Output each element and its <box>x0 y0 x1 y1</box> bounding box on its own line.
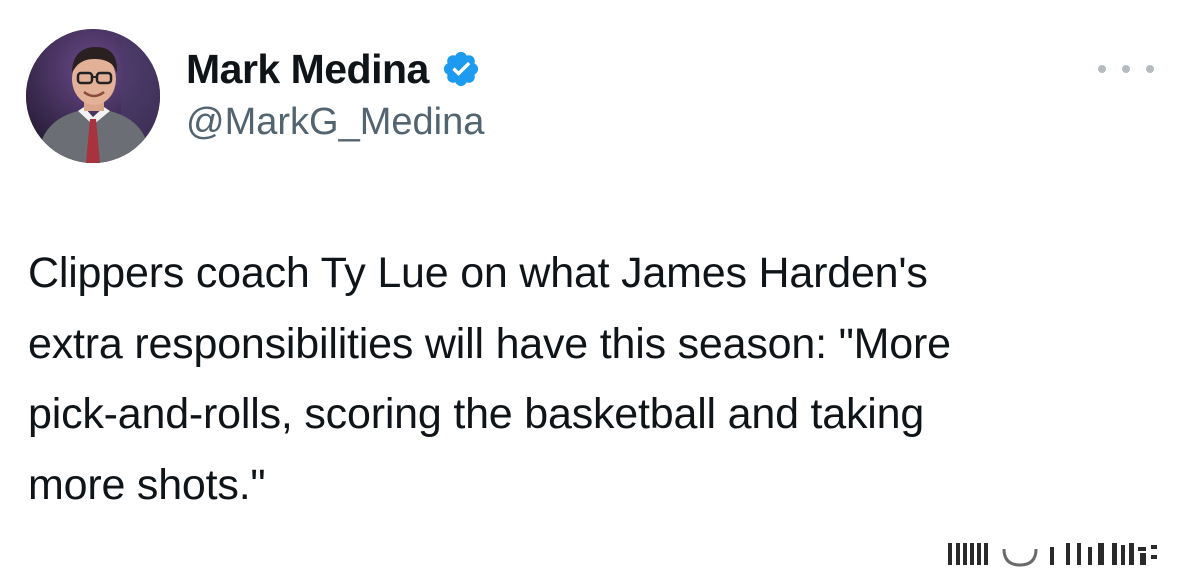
tweet-text-line: extra responsibilities will have this se… <box>28 319 951 368</box>
more-horizontal-icon <box>1098 65 1106 73</box>
tweet-text: Clippers coach Ty Lue on what James Hard… <box>28 238 1158 520</box>
verified-badge-icon[interactable] <box>441 49 481 89</box>
watermark-logo <box>946 535 1162 569</box>
author-avatar[interactable] <box>26 29 160 163</box>
more-options-button[interactable] <box>1098 54 1154 84</box>
avatar-image <box>26 29 160 163</box>
more-horizontal-icon <box>1146 65 1154 73</box>
author-handle[interactable]: @MarkG_Medina <box>186 99 484 145</box>
author-name-row: Mark Medina <box>186 44 481 94</box>
tweet-card[interactable]: Mark Medina @MarkG_Medina Clippers coach… <box>0 0 1179 583</box>
tweet-text-line: more shots." <box>28 460 266 509</box>
tweet-text-line: pick-and-rolls, scoring the basketball a… <box>28 390 925 438</box>
author-display-name[interactable]: Mark Medina <box>186 44 429 94</box>
tweet-text-line: Clippers coach Ty Lue on what James Hard… <box>28 249 928 297</box>
more-horizontal-icon <box>1122 65 1130 73</box>
